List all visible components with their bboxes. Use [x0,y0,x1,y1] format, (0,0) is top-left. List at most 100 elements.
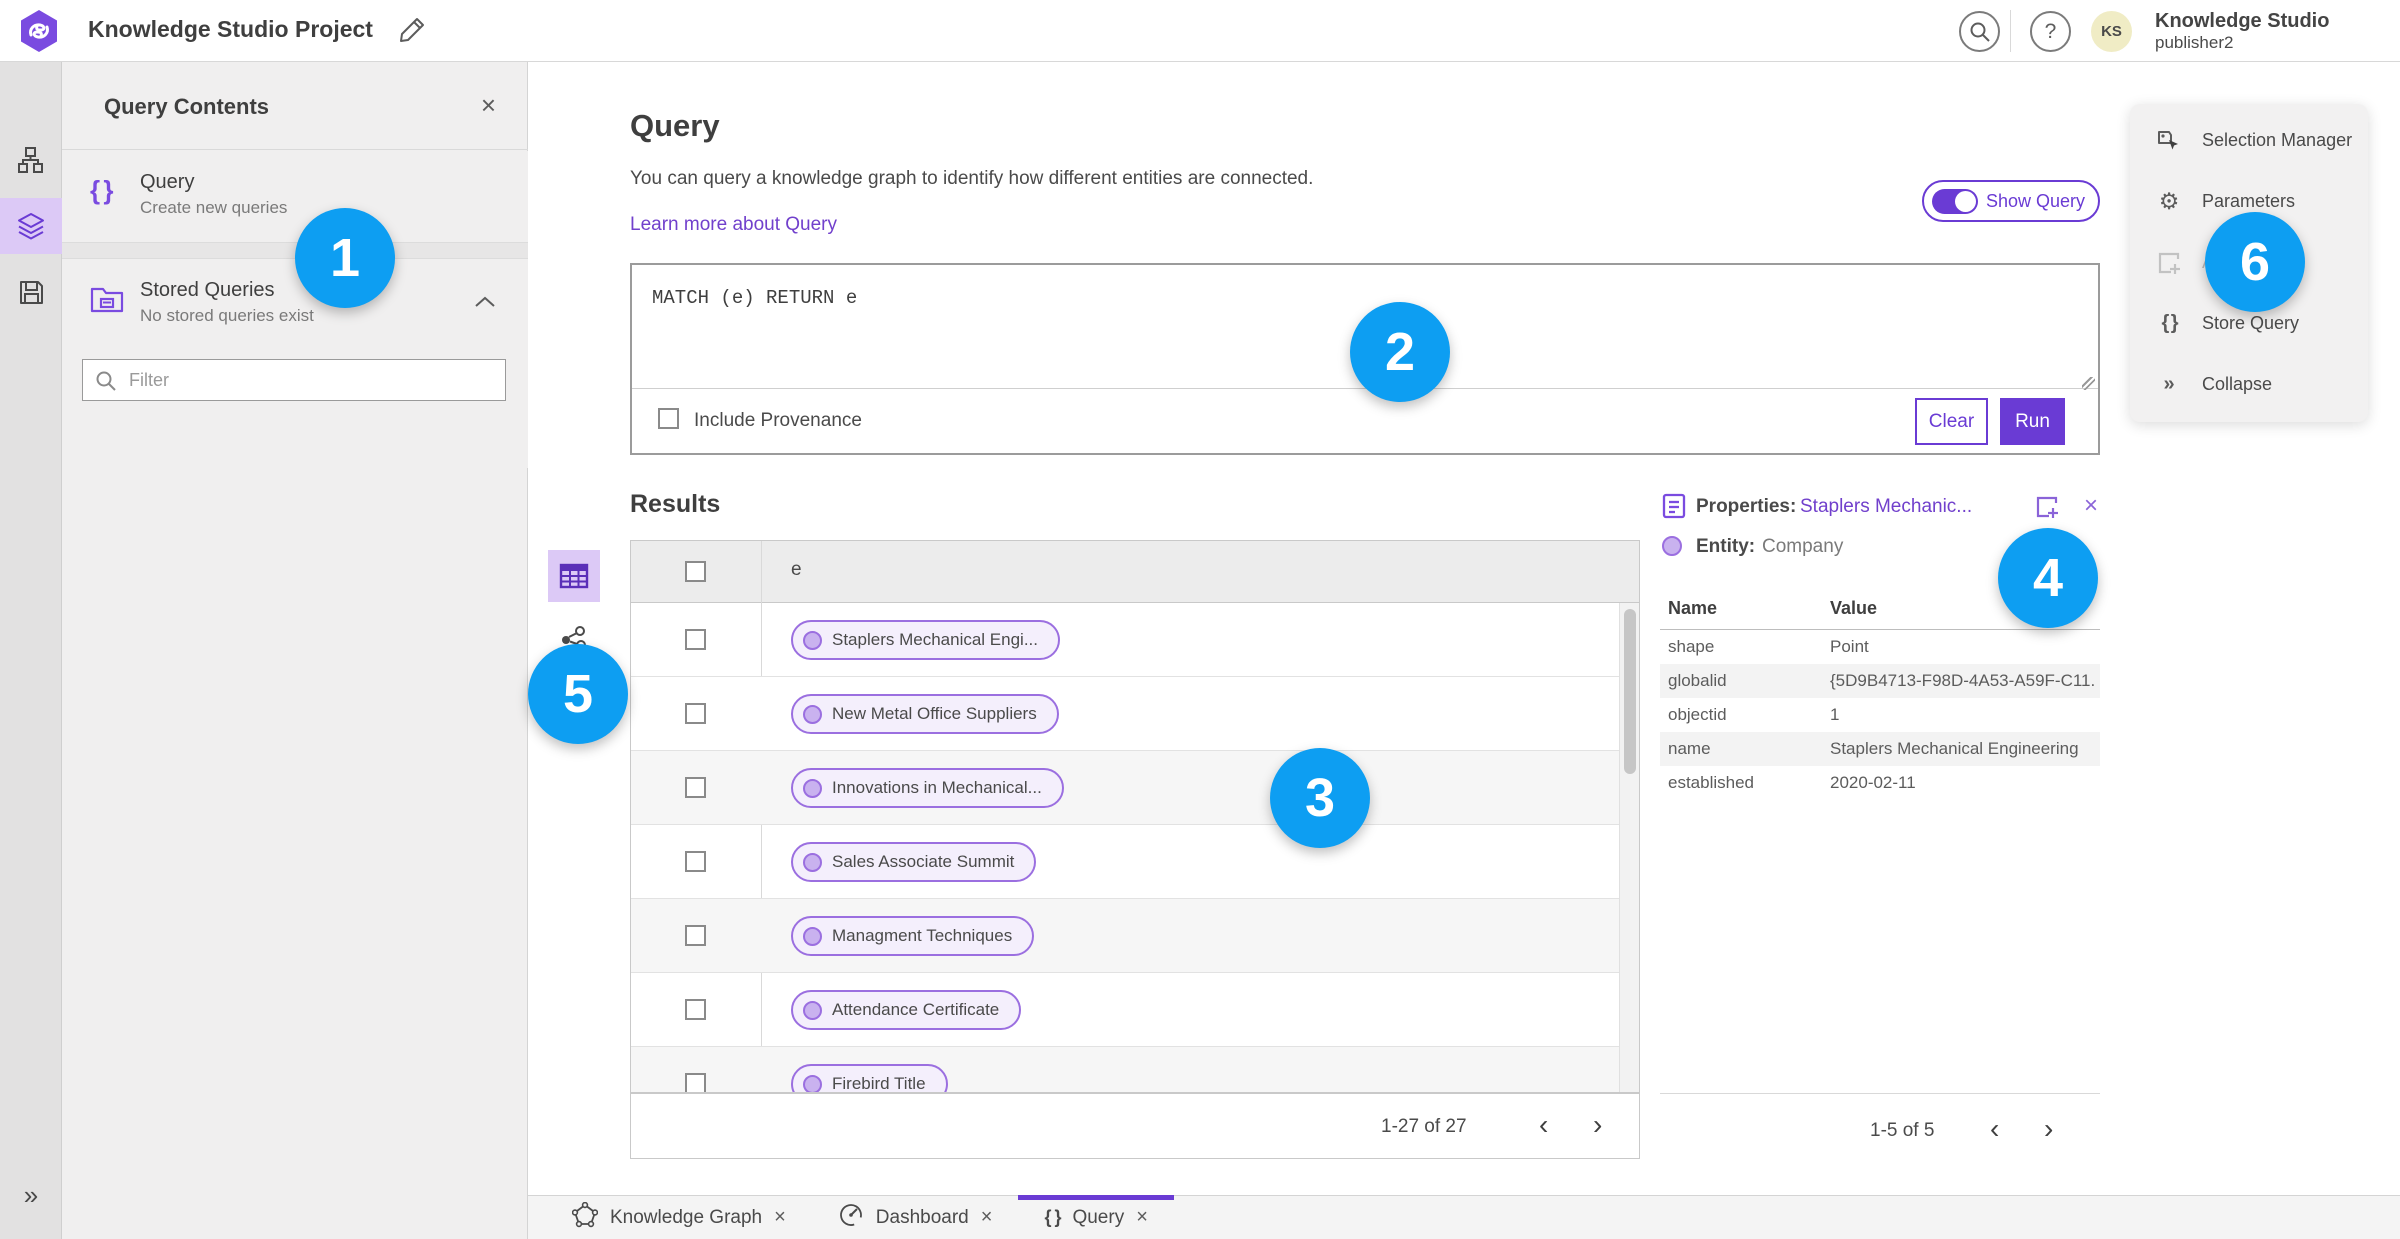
results-title: Results [630,490,721,518]
toggle-on-icon [1932,188,1978,214]
properties-col-value: Value [1830,598,1878,618]
results-footer: 1-27 of 27 ‹ › [630,1093,1640,1159]
tab-query[interactable]: { } Query × [1018,1195,1175,1239]
row-checkbox[interactable] [685,1073,706,1092]
user-role: publisher2 [2155,33,2234,52]
query-actions-row: Include Provenance Clear Run [632,390,2098,453]
topbar-divider [2010,10,2011,52]
entity-chip[interactable]: Staplers Mechanical Engi... [791,620,1060,660]
entity-chip[interactable]: Firebird Title [791,1064,948,1092]
query-item-title: Query [140,171,195,193]
entity-dot-icon [803,852,822,872]
row-checkbox[interactable] [685,777,706,798]
entity-dot-icon [803,926,822,946]
annotation-badge-6: 6 [2205,212,2305,312]
property-row: globalid {5D9B4713-F98D-4A53-A59F-C11... [1660,664,2100,698]
include-provenance-label: Include Provenance [694,410,862,431]
results-next-page-icon[interactable]: › [1593,1111,1602,1139]
results-scrollbar[interactable] [1619,603,1639,1092]
tab-dashboard[interactable]: Dashboard × [812,1196,1019,1239]
results-prev-page-icon[interactable]: ‹ [1539,1111,1548,1139]
annotation-badge-4: 4 [1998,528,2098,628]
entity-chip[interactable]: Managment Techniques [791,916,1035,956]
braces-icon: { } [90,175,114,205]
resize-grip-icon[interactable] [2082,377,2095,390]
table-row: Firebird Title [631,1047,1639,1092]
property-row: established 2020-02-11 [1668,773,1916,792]
query-contents-title: Query Contents [104,94,270,119]
help-button[interactable]: ? [2030,11,2071,52]
rail-item-save[interactable] [0,264,62,320]
results-pagination: 1-27 of 27 [1381,1116,1467,1137]
properties-prev-page-icon[interactable]: ‹ [1990,1115,1999,1143]
entity-chip[interactable]: Sales Associate Summit [791,842,1037,882]
menu-item-collapse[interactable]: » Collapse [2130,354,2368,415]
view-tabbar: Knowledge Graph × Dashboard × { } Query … [528,1195,2400,1239]
close-tab-icon[interactable]: × [981,1206,993,1229]
dashboard-icon [838,1202,864,1233]
table-row: Sales Associate Summit [631,825,1639,899]
annotation-badge-3: 3 [1270,748,1370,848]
results-table: e Staplers Mechanical Engi... New Metal … [630,540,1640,1093]
properties-pagination: 1-5 of 5 [1870,1120,1935,1141]
rail-item-layers[interactable] [0,198,62,254]
close-tab-icon[interactable]: × [774,1206,786,1229]
collapse-section-icon[interactable] [474,295,496,314]
properties-next-page-icon[interactable]: › [2044,1115,2053,1143]
scrollbar-thumb[interactable] [1624,609,1636,774]
app-logo-icon[interactable] [16,8,62,54]
project-title: Knowledge Studio Project [88,16,373,42]
row-checkbox[interactable] [685,925,706,946]
save-icon [19,280,43,304]
knowledge-graph-icon [571,1201,599,1233]
avatar[interactable]: KS [2091,11,2132,52]
properties-header: Properties: Staplers Mechanic... × [1660,492,2100,526]
annotation-badge-1: 1 [295,208,395,308]
show-query-toggle[interactable]: Show Query [1922,180,2100,222]
column-header-e: e [791,559,802,580]
property-row: name Staplers Mechanical Engineering [1660,732,2100,766]
search-button[interactable] [1959,11,2000,52]
knowledge-studio-app: Knowledge Studio Project ? KS Knowledge … [0,0,2400,1239]
selection-manager-icon [2156,128,2182,154]
table-view-button[interactable] [548,550,600,602]
properties-entity-link[interactable]: Staplers Mechanic... [1800,496,2000,518]
edit-title-pencil-icon[interactable] [398,16,428,46]
row-checkbox[interactable] [685,629,706,650]
row-checkbox[interactable] [685,703,706,724]
panel-item-query[interactable]: { } Query Create new queries [62,151,528,243]
query-item-subtitle: Create new queries [140,198,288,217]
entity-chip[interactable]: New Metal Office Suppliers [791,694,1059,734]
close-tab-icon[interactable]: × [1136,1206,1148,1229]
table-row: Attendance Certificate [631,973,1639,1047]
table-row: Staplers Mechanical Engi... [631,603,1639,677]
filter-search-icon [96,371,116,391]
select-all-checkbox[interactable] [685,561,706,582]
tab-knowledge-graph[interactable]: Knowledge Graph × [546,1196,812,1239]
run-button[interactable]: Run [2000,398,2065,445]
filter-field [82,359,506,401]
clear-button[interactable]: Clear [1915,398,1988,445]
rail-item-hierarchy[interactable] [0,132,62,188]
panel-item-stored-queries[interactable]: Stored Queries No stored queries exist [62,258,528,468]
menu-item-selection-manager[interactable]: Selection Manager [2130,110,2368,171]
filter-input[interactable] [129,360,499,400]
user-menu[interactable]: Knowledge Studio publisher2 [2155,10,2329,53]
include-provenance-checkbox[interactable] [658,408,679,429]
table-row: Innovations in Mechanical... [631,751,1639,825]
close-panel-icon[interactable]: × [481,90,496,121]
entity-dot-icon [803,1000,822,1020]
hierarchy-icon [18,147,43,173]
row-checkbox[interactable] [685,851,706,872]
collapse-icon: » [2163,373,2175,395]
expand-rail-button[interactable]: » [0,1180,62,1211]
add-to-selection-icon[interactable] [2034,494,2060,525]
stored-queries-title: Stored Queries [140,279,275,301]
learn-more-link[interactable]: Learn more about Query [630,214,837,236]
entity-chip[interactable]: Innovations in Mechanical... [791,768,1064,808]
entity-chip[interactable]: Attendance Certificate [791,990,1022,1030]
row-checkbox[interactable] [685,999,706,1020]
close-properties-icon[interactable]: × [2084,492,2098,520]
entity-dot-icon [803,778,822,798]
add-square-icon [2156,250,2182,276]
